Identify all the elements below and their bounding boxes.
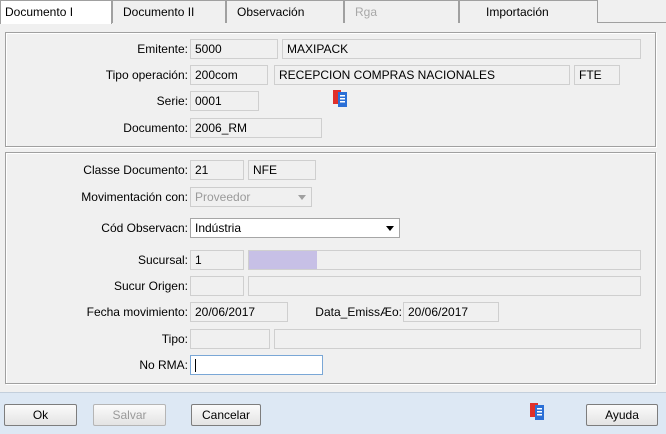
tab-observacion[interactable]: Observación <box>226 0 344 23</box>
chevron-down-icon <box>386 226 394 231</box>
tab-documento-i[interactable]: Documento I <box>0 0 112 24</box>
data-emissao-label: Data_EmissÆo: <box>315 305 402 319</box>
tipo-operacion-desc-field[interactable]: RECEPCION COMPRAS NACIONALES <box>274 65 570 85</box>
sucursal-label: Sucursal: <box>137 253 188 267</box>
serie-label: Serie: <box>156 94 188 108</box>
emitente-label: Emitente: <box>137 42 188 56</box>
sucursal-code-field[interactable]: 1 <box>190 250 244 270</box>
ok-button[interactable]: Ok <box>4 404 77 426</box>
movimentacion-con-label: Movimentación con: <box>81 190 188 204</box>
serie-field[interactable]: 0001 <box>190 91 259 111</box>
documento-label: Documento: <box>123 121 188 135</box>
tab-bar: Documento I Documento II Observación Rga… <box>0 0 666 24</box>
no-rma-input[interactable] <box>190 355 323 375</box>
cod-observacn-label: Cód Observacn: <box>101 221 188 235</box>
tipo-operacion-code-field[interactable]: 200com <box>190 65 268 85</box>
cod-observacn-select[interactable]: Indústria <box>190 218 400 238</box>
movimentacion-con-select: Proveedor <box>190 187 312 207</box>
sucur-origen-label: Sucur Origen: <box>113 279 188 293</box>
tipo-operacion-label: Tipo operación: <box>105 68 188 82</box>
movimentacion-con-value: Proveedor <box>195 190 251 204</box>
tipo-operacion-extra-field[interactable]: FTE <box>574 65 620 85</box>
ayuda-button[interactable]: Ayuda <box>586 404 658 426</box>
emitente-name-field[interactable]: MAXIPACK <box>282 39 641 59</box>
documento-field[interactable]: 2006_RM <box>190 118 322 138</box>
fecha-movimiento-label: Fecha movimiento: <box>86 305 188 319</box>
salvar-button: Salvar <box>93 404 166 426</box>
fecha-movimiento-field[interactable]: 20/06/2017 <box>190 302 288 322</box>
tipo-code-field[interactable] <box>190 329 270 349</box>
documents-icon[interactable] <box>530 402 544 420</box>
emitente-code-field[interactable]: 5000 <box>190 39 278 59</box>
sucursal-highlight <box>249 251 317 269</box>
tab-rga: Rga <box>344 0 459 23</box>
data-emissao-field[interactable]: 20/06/2017 <box>403 302 499 322</box>
chevron-down-icon <box>298 195 306 200</box>
classe-documento-code-field[interactable]: 21 <box>190 160 244 180</box>
classe-documento-label: Classe Documento: <box>83 163 188 177</box>
text-caret <box>195 359 196 373</box>
cod-observacn-value: Indústria <box>195 221 242 235</box>
tipo-name-field[interactable] <box>274 329 641 349</box>
tab-documento-ii[interactable]: Documento II <box>112 0 226 23</box>
tipo-label: Tipo: <box>161 332 188 346</box>
no-rma-label: No RMA: <box>139 358 188 372</box>
cancelar-button[interactable]: Cancelar <box>191 404 261 426</box>
sucur-origen-name-field[interactable] <box>248 276 641 296</box>
sucur-origen-code-field[interactable] <box>190 276 244 296</box>
tab-importacion[interactable]: Importación <box>459 0 598 23</box>
classe-documento-value-field[interactable]: NFE <box>248 160 316 180</box>
documents-icon[interactable] <box>333 89 347 107</box>
